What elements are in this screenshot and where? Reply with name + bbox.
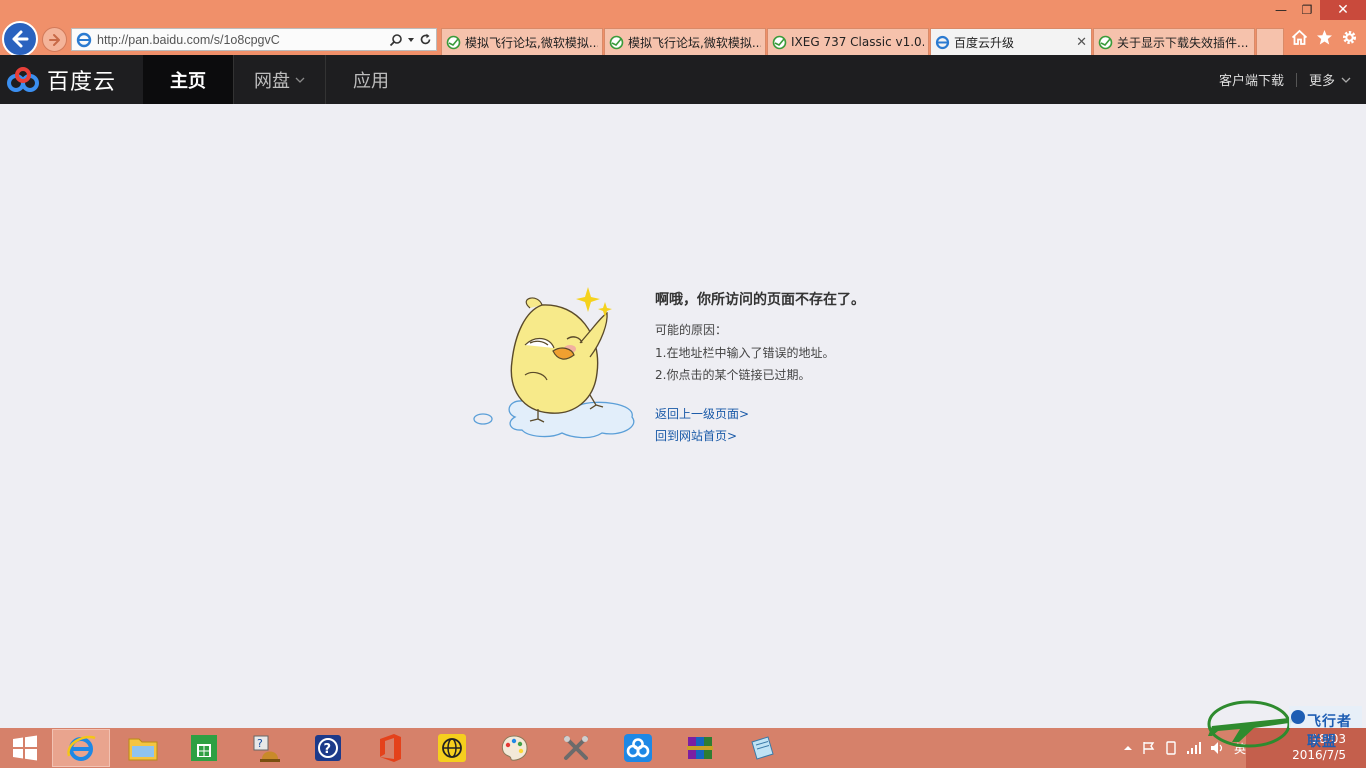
address-bar[interactable]: http://pan.baidu.com/s/1o8cpgvC	[71, 28, 437, 51]
back-to-homepage-link[interactable]: 回到网站首页>	[655, 427, 737, 444]
site-header: 百度云 主页 网盘 应用 客户端下载 更多	[0, 55, 1366, 104]
taskbar: ? ? 英 18:03 2016/7/5	[0, 728, 1366, 768]
forum-favicon-icon	[609, 35, 624, 49]
nav-netdisk-label: 网盘	[254, 70, 290, 92]
taskbar-winrar[interactable]	[671, 729, 729, 767]
client-download-link[interactable]: 客户端下载	[1219, 70, 1284, 89]
forward-button[interactable]	[42, 27, 67, 52]
forum-favicon-icon	[1098, 35, 1113, 49]
nav-home[interactable]: 主页	[143, 55, 233, 104]
browser-chrome: — ❐ ✕ http://pan.baidu.com/s/1o8cpgvC 模拟…	[0, 0, 1366, 57]
notepad-icon	[751, 736, 774, 760]
arrow-left-icon	[12, 30, 29, 48]
back-to-previous-link[interactable]: 返回上一级页面>	[655, 405, 749, 422]
taskbar-help-bell[interactable]: ?	[237, 729, 295, 767]
window-controls: — ❐ ✕	[1268, 0, 1366, 20]
office-icon	[380, 734, 401, 762]
folder-icon	[128, 738, 158, 761]
windows-logo-icon	[13, 735, 37, 761]
taskbar-file-explorer[interactable]	[114, 729, 172, 767]
minimize-button[interactable]: —	[1268, 0, 1294, 20]
flag-icon[interactable]	[1142, 741, 1156, 755]
question-icon: ?	[315, 735, 341, 761]
logo-text: 百度云	[47, 69, 117, 95]
tab-2[interactable]: 模拟飞行论坛,微软模拟...	[604, 28, 766, 55]
chevron-down-icon	[1341, 77, 1351, 83]
device-icon[interactable]	[1165, 741, 1177, 755]
taskbar-store[interactable]	[175, 729, 233, 767]
taskbar-baidu-cloud[interactable]	[609, 729, 667, 767]
tab-4-active[interactable]: 百度云升级 ✕	[930, 28, 1092, 55]
store-icon	[191, 735, 217, 761]
globe-icon	[438, 734, 466, 762]
new-tab-button[interactable]	[1256, 28, 1284, 55]
more-label: 更多	[1308, 74, 1335, 89]
chevron-down-icon[interactable]	[407, 36, 415, 44]
home-icon[interactable]	[1291, 29, 1308, 46]
close-window-button[interactable]: ✕	[1320, 0, 1366, 20]
favorites-star-icon[interactable]	[1316, 29, 1333, 46]
address-url[interactable]: http://pan.baidu.com/s/1o8cpgvC	[97, 33, 389, 47]
baidu-cloud-logo-icon	[7, 66, 39, 92]
header-right: 客户端下载 更多	[1219, 55, 1351, 104]
reason-1: 1.在地址栏中输入了错误的地址。	[655, 346, 835, 360]
forum-favicon-icon	[772, 35, 787, 49]
more-menu[interactable]: 更多	[1309, 70, 1351, 89]
ie-page-icon	[76, 32, 92, 47]
svg-text:?: ?	[257, 737, 263, 750]
tab-5[interactable]: 关于显示下载失效插件...	[1093, 28, 1255, 55]
browser-toolbar-right	[1291, 29, 1358, 46]
taskbar-office[interactable]	[361, 729, 419, 767]
tools-icon	[564, 736, 588, 760]
restore-button[interactable]: ❐	[1294, 0, 1320, 20]
watermark-text: 飞行者联盟	[1307, 714, 1352, 750]
taskbar-paint[interactable]	[485, 729, 543, 767]
chevron-up-icon[interactable]	[1123, 744, 1133, 752]
tab-strip: 模拟飞行论坛,微软模拟... 模拟飞行论坛,微软模拟... IXEG 737 C…	[441, 28, 1284, 55]
tab-3[interactable]: IXEG 737 Classic v1.0....	[767, 28, 929, 55]
tab-title: 百度云升级	[954, 35, 1015, 50]
chevron-down-icon	[295, 77, 305, 83]
help-bell-icon: ?	[253, 735, 280, 762]
search-icon[interactable]	[389, 33, 403, 47]
taskbar-globe-app[interactable]	[423, 729, 481, 767]
taskbar-tools[interactable]	[547, 729, 605, 767]
taskbar-notepad[interactable]	[733, 729, 791, 767]
close-tab-icon[interactable]: ✕	[1076, 35, 1087, 50]
refresh-icon[interactable]	[419, 33, 432, 46]
tab-title: 模拟飞行论坛,微软模拟...	[628, 35, 761, 50]
taskbar-help-app[interactable]: ?	[299, 729, 357, 767]
tab-title: 关于显示下载失效插件...	[1117, 35, 1249, 50]
arrow-right-icon	[48, 33, 60, 46]
tab-title: 模拟飞行论坛,微软模拟...	[465, 35, 598, 50]
baidu-cloud-logo[interactable]: 百度云	[0, 55, 143, 104]
palette-icon	[501, 735, 528, 761]
back-button[interactable]	[2, 21, 38, 57]
ie-page-icon	[935, 35, 950, 49]
tab-1[interactable]: 模拟飞行论坛,微软模拟...	[441, 28, 603, 55]
gear-icon[interactable]	[1341, 29, 1358, 46]
chick-illustration	[473, 287, 635, 439]
error-title: 啊哦，你所访问的页面不存在了。	[655, 292, 865, 308]
reasons-label: 可能的原因：	[655, 323, 728, 337]
nav-apps[interactable]: 应用	[326, 55, 416, 104]
forum-favicon-icon	[446, 35, 461, 49]
internet-explorer-icon	[67, 735, 96, 761]
baidu-cloud-icon	[624, 734, 652, 762]
tab-title: IXEG 737 Classic v1.0....	[791, 35, 924, 49]
site-watermark: 飞行者联盟	[1194, 698, 1364, 750]
reason-2: 2.你点击的某个链接已过期。	[655, 368, 811, 382]
archive-books-icon	[687, 737, 713, 759]
nav-netdisk[interactable]: 网盘	[234, 55, 325, 104]
taskbar-internet-explorer[interactable]	[52, 729, 110, 767]
header-divider	[1295, 72, 1297, 87]
start-button[interactable]	[0, 728, 50, 768]
svg-text:?: ?	[324, 742, 332, 757]
